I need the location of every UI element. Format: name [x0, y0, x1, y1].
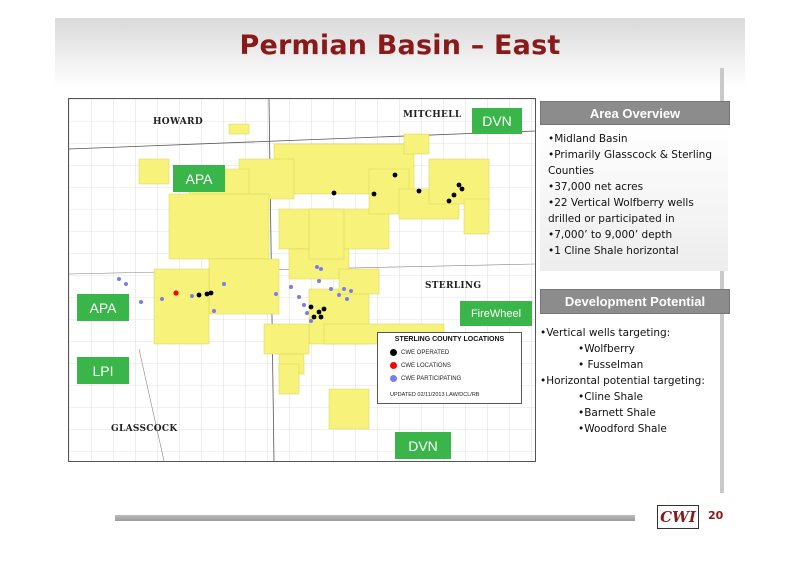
- operator-tag-dvn-top: DVN: [472, 108, 522, 134]
- list-heading: •Horizontal potential targeting:: [540, 375, 705, 387]
- operator-tag-firewheel: FireWheel: [460, 301, 532, 326]
- list-item: •Wolfberry: [578, 343, 635, 355]
- operated-dot-icon: [390, 349, 397, 356]
- development-potential-list: •Vertical wells targeting: •Wolfberry • …: [540, 325, 730, 437]
- legend-updated: UPDATED 02/11/2013 LAW/DCL/RB: [390, 392, 480, 398]
- footer-bar: [115, 515, 635, 521]
- list-item: • Fusselman: [578, 359, 644, 371]
- list-item: •1 Cline Shale horizontal: [548, 245, 679, 257]
- list-item: •37,000 net acres: [548, 181, 644, 193]
- operator-tag-apa-upper: APA: [173, 165, 225, 192]
- legend-label: CWE PARTICIPATING: [401, 375, 462, 382]
- operator-tag-apa-left: APA: [77, 294, 129, 321]
- legend-item-operated: CWE OPERATED: [390, 349, 449, 356]
- area-overview-list: •Midland Basin •Primarily Glasscock & St…: [540, 125, 728, 259]
- operator-tag-lpi: LPI: [77, 357, 129, 384]
- list-item: •Primarily Glasscock & Sterling Counties: [548, 149, 712, 177]
- legend-title: STERLING COUNTY LOCATIONS: [394, 336, 505, 343]
- legend-item-locations: CWE LOCATIONS: [390, 362, 451, 369]
- slide-title: Permian Basin – East: [239, 30, 561, 61]
- list-item: •Cline Shale: [578, 391, 643, 403]
- acreage-map: HOWARD MITCHELL STERLING GLASSCOCK DVN A…: [68, 98, 536, 462]
- county-label-glasscock: GLASSCOCK: [111, 424, 178, 434]
- legend-label: CWE OPERATED: [401, 349, 450, 356]
- operator-tag-dvn-bottom: DVN: [395, 432, 451, 459]
- list-item: •Woodford Shale: [578, 423, 667, 435]
- county-label-mitchell: MITCHELL: [403, 110, 462, 120]
- area-overview-panel: •Midland Basin •Primarily Glasscock & St…: [540, 125, 728, 271]
- page-number: 20: [708, 509, 724, 522]
- county-label-sterling: STERLING: [425, 281, 482, 291]
- location-dot-icon: [390, 362, 397, 369]
- legend-label: CWE LOCATIONS: [401, 362, 451, 369]
- list-item: •7,000’ to 9,000’ depth: [548, 229, 673, 241]
- participating-dot-icon: [390, 375, 397, 382]
- list-item: •22 Vertical Wolfberry wells drilled or …: [548, 197, 694, 225]
- map-canvas: [69, 99, 535, 461]
- area-overview-header: Area Overview: [540, 101, 730, 125]
- list-heading: •Vertical wells targeting:: [540, 327, 671, 339]
- list-item: •Midland Basin: [548, 133, 628, 145]
- list-item: •Barnett Shale: [578, 407, 656, 419]
- county-label-howard: HOWARD: [153, 117, 203, 127]
- legend-item-participating: CWE PARTICIPATING: [390, 375, 461, 382]
- location-well: [173, 290, 179, 296]
- map-legend: STERLING COUNTY LOCATIONS CWE OPERATED C…: [377, 332, 522, 404]
- development-potential-header: Development Potential: [540, 289, 730, 314]
- cwi-logo: CWI: [657, 505, 699, 529]
